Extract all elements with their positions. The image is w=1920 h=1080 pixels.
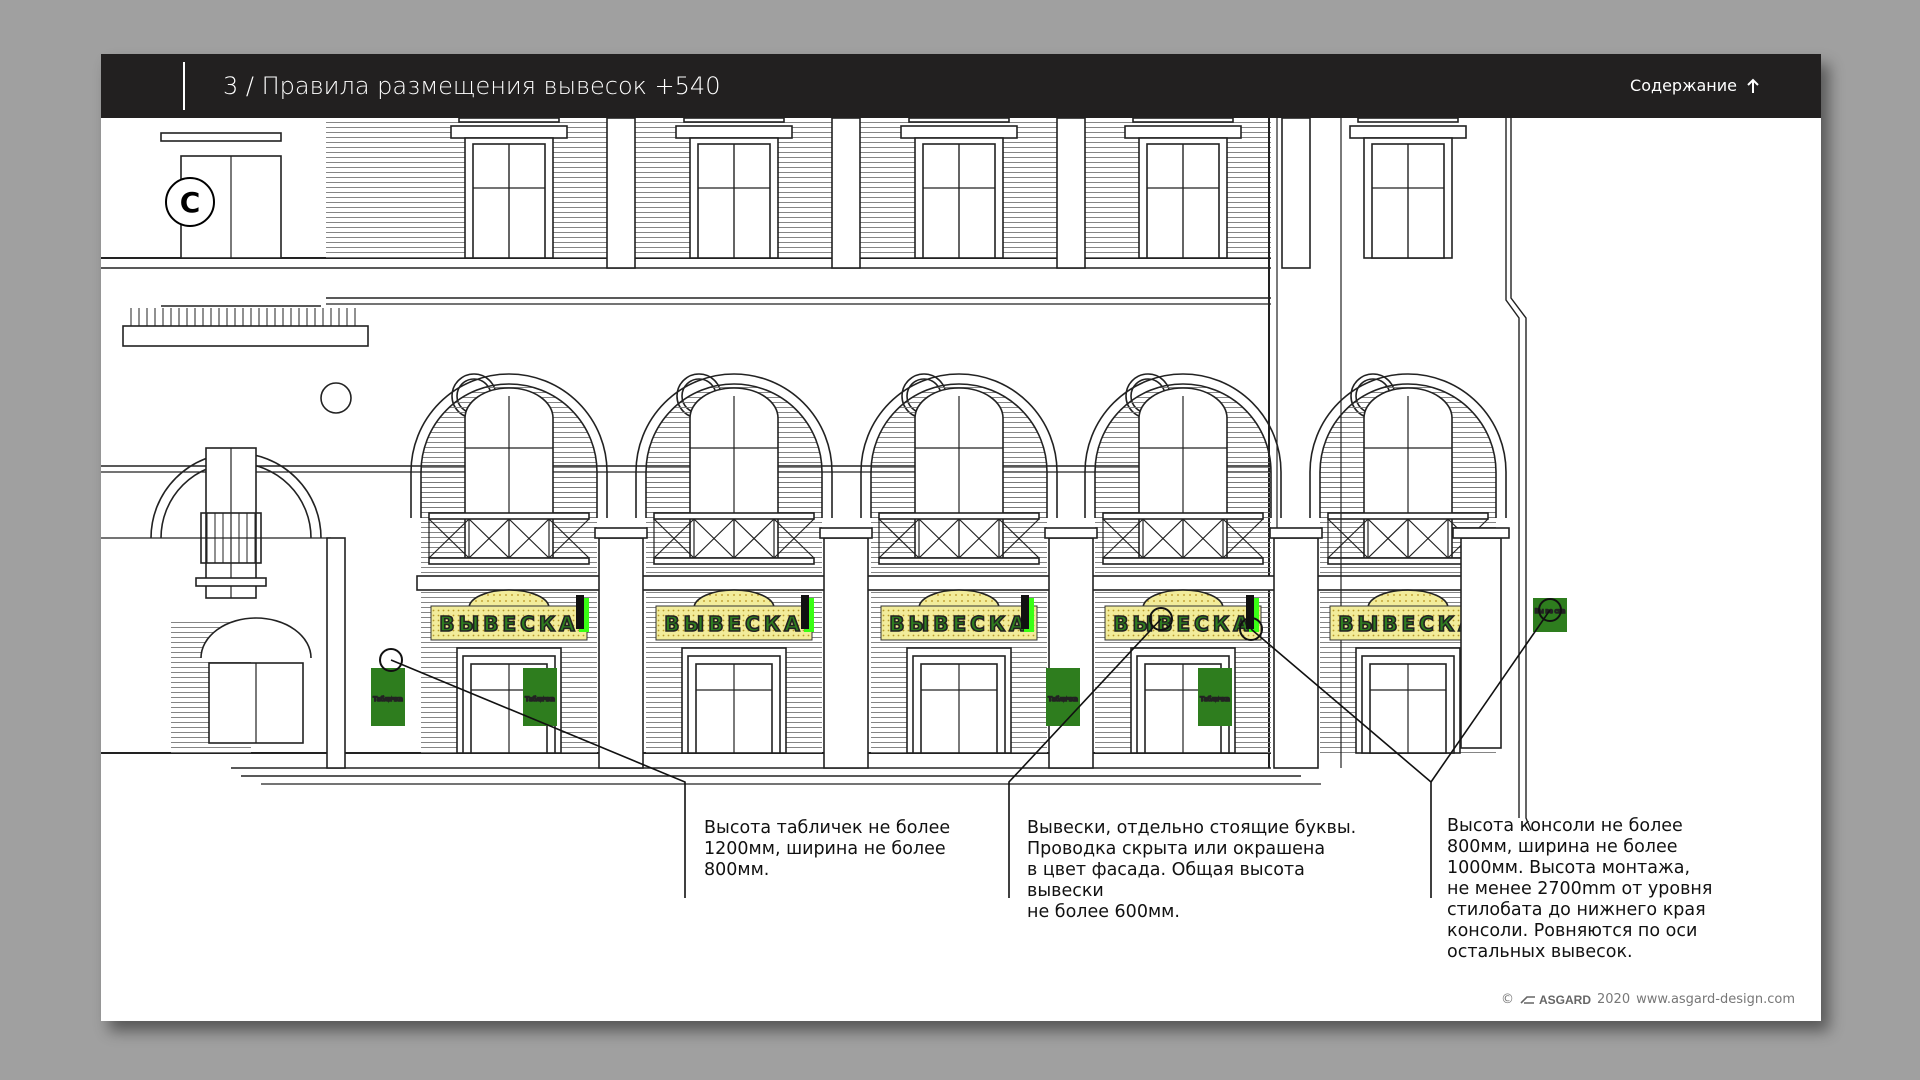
bracket-sign-2	[801, 595, 814, 632]
arrow-up-icon	[1747, 78, 1759, 93]
fascia-sign-label-1: ВЫВЕСКА	[439, 612, 578, 636]
footer-year: 2020	[1597, 992, 1631, 1007]
upper-window-2	[675, 118, 793, 259]
page-title: 3 / Правила размещения вывесок +540	[223, 72, 721, 100]
contents-link[interactable]: Содержание	[1630, 76, 1761, 96]
page-header: 3 / Правила размещения вывесок +540 Соде…	[101, 54, 1821, 118]
upper-window-1	[450, 118, 568, 259]
callout-signs: Вывески, отдельно стоящие буквы. Проводк…	[1027, 818, 1357, 922]
upper-window-5	[1349, 118, 1467, 259]
bracket-sign-1	[576, 595, 589, 632]
brand-name: ASGARD	[1539, 992, 1592, 1007]
arch-bay-4	[1084, 373, 1282, 754]
upper-window-3	[900, 118, 1018, 259]
plate-sign-label-2: Табличка	[524, 696, 555, 703]
bracket-sign-4	[1246, 595, 1259, 632]
plate-sign-4: Табличка	[1198, 668, 1232, 726]
bracket-sign-3	[1021, 595, 1034, 632]
fascia-sign-label-3: ВЫВЕСКА	[889, 612, 1028, 636]
slide-page: 3 / Правила размещения вывесок +540 Соде…	[101, 54, 1821, 1021]
fascia-sign-label-2: ВЫВЕСКА	[664, 612, 803, 636]
plate-sign-3: Табличка	[1046, 668, 1080, 726]
arch-bay-2	[635, 373, 833, 754]
copyright-mark: ©	[1501, 992, 1514, 1007]
upper-window-4	[1124, 118, 1242, 259]
callout-plates: Высота табличек не более 1200мм, ширина …	[704, 818, 951, 880]
header-divider	[183, 62, 185, 110]
contents-label: Содержание	[1630, 76, 1737, 95]
callout-console: Высота консоли не более 800мм, ширина не…	[1447, 816, 1713, 962]
asgard-logo-icon	[1520, 995, 1535, 1004]
fascia-sign-label-5: ВЫВЕСКА	[1338, 612, 1477, 636]
fascia-sign-label-4: ВЫВЕСКА	[1113, 612, 1252, 636]
asgard-logo: ASGARD	[1520, 993, 1591, 1007]
plate-sign-label-3: Табличка	[1047, 696, 1078, 703]
footer-site-link[interactable]: www.asgard-design.com	[1636, 992, 1795, 1007]
page-footer: © ASGARD 2020 www.asgard-design.com	[1501, 992, 1795, 1007]
plate-sign-1: Табличка	[371, 668, 405, 726]
plate-sign-label-4: Табличка	[1199, 696, 1230, 703]
section-badge: С	[165, 177, 215, 227]
arch-bay-1	[410, 373, 608, 754]
arch-bay-3	[860, 373, 1058, 754]
plate-sign-label-1: Табличка	[372, 696, 403, 703]
